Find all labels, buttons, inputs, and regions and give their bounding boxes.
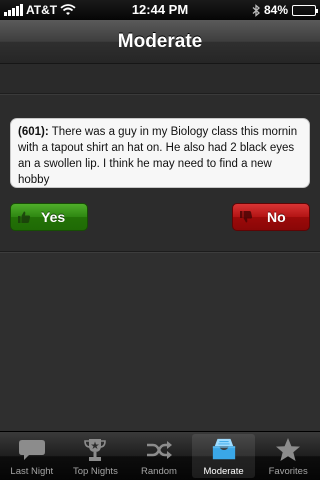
quote-text: There was a guy in my Biology class this…	[18, 126, 298, 186]
no-button[interactable]: No	[232, 203, 310, 231]
tab-favorites[interactable]: Favorites	[256, 432, 320, 480]
tab-moderate[interactable]: Moderate	[191, 434, 256, 478]
trophy-icon	[84, 439, 107, 461]
bluetooth-icon	[252, 3, 260, 17]
tab-top-nights[interactable]: Top Nights	[64, 432, 128, 480]
status-right: 84%	[252, 0, 318, 20]
tab-random[interactable]: Random	[127, 432, 191, 480]
no-label: No	[267, 209, 286, 225]
yes-button[interactable]: Yes	[10, 203, 88, 231]
tab-label: Favorites	[268, 466, 308, 477]
thumbs-down-icon	[240, 211, 253, 223]
tab-label: Moderate	[203, 466, 244, 477]
tab-label: Last Night	[10, 466, 54, 477]
battery-percent: 84%	[263, 3, 288, 17]
moderate-panel: (601): There was a guy in my Biology cla…	[0, 95, 320, 253]
tab-label: Random	[141, 466, 177, 477]
speech-bubble-icon	[18, 440, 45, 460]
tab-last-night[interactable]: Last Night	[0, 432, 64, 480]
nav-bar: Moderate	[0, 20, 320, 64]
tab-label: Top Nights	[72, 466, 118, 477]
header-band	[0, 64, 320, 95]
quote-card: (601): There was a guy in my Biology cla…	[10, 118, 310, 188]
star-icon	[276, 438, 301, 461]
yes-label: Yes	[41, 209, 66, 225]
inbox-icon	[212, 438, 235, 460]
tab-bar: Last Night Top Nights Random Moderate Fa…	[0, 431, 320, 480]
quote-id: (601):	[18, 126, 49, 138]
status-bar: AT&T 12:44 PM 84%	[0, 0, 320, 20]
shuffle-icon	[146, 441, 172, 459]
thumbs-up-icon	[18, 211, 31, 223]
battery-icon	[292, 4, 318, 16]
page-title: Moderate	[117, 31, 203, 52]
